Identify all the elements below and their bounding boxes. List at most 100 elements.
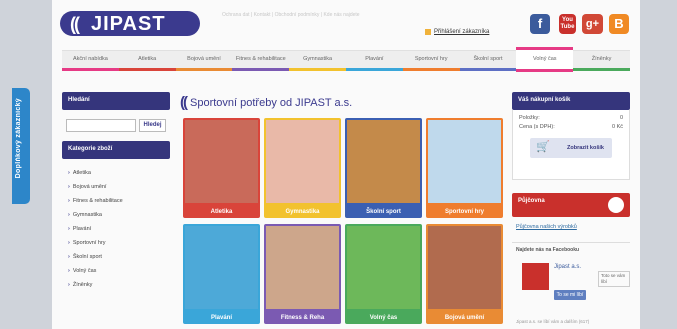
category-tile[interactable]: Fitness & Reha [264,224,341,324]
category-label: Žíněnky [72,282,93,288]
nav-item[interactable]: Akční nabídka [62,51,119,71]
view-cart-label: Zobrazit košík [567,145,604,151]
category-tile[interactable]: Bojová umění [426,224,503,324]
chevron-right-icon: › [68,282,70,288]
category-link[interactable]: › Sportovní hry [62,236,170,250]
facebook-like-button[interactable]: To se mi líbí [554,290,586,300]
tile-photo [266,226,339,309]
category-label: Plavání [72,226,92,232]
nav-item[interactable]: Fitnes & rehabilitace [232,51,290,71]
facebook-widget: Najdete nás na Facebooku Jipast a.s. To … [512,242,630,328]
cart-price-row: Cena (s DPH): 0 Kč [519,124,623,130]
youtube-icon[interactable]: You Tube [559,14,576,34]
category-link[interactable]: › Volný čas [62,264,170,278]
nav-item[interactable]: Atletika [118,51,176,71]
title-mark: (( [180,94,188,111]
logo-text: JIPAST [91,13,166,35]
tile-photo [347,226,420,309]
nav-item[interactable]: Plavání [345,51,403,71]
tile-label: Atletika [210,209,233,215]
rental-title-text: Půjčovna [518,198,545,204]
tile-label: Sportovní hry [444,209,484,215]
nav-item[interactable]: Sportovní hry [402,51,460,71]
jipast-logo[interactable]: (( JIPAST [60,11,200,36]
tile-label: Gymnastika [285,209,320,215]
category-tile[interactable]: Plavání [183,224,260,324]
tile-photo [185,226,258,309]
category-tiles: Atletika Gymnastika Školní sport Sportovní … [183,118,503,324]
rental-title[interactable]: Půjčovna [512,193,630,217]
search-input[interactable] [66,119,136,132]
cart-title: Váš nákupní košík [512,92,630,110]
chevron-right-icon: › [68,268,70,274]
category-link[interactable]: › Fitnes & rehabilitace [62,194,170,208]
google-plus-icon[interactable]: g+ [582,14,603,34]
logo-mark: (( [70,14,80,34]
nav-item[interactable]: Žíněnky [573,51,630,71]
category-link[interactable]: › Plavání [62,222,170,236]
facebook-heading: Najdete nás na Facebooku [516,247,580,253]
category-list: › Atletika › Bojová umění › Fitnes & rehabili… [62,166,170,292]
rental-link[interactable]: Půjčovna našich výrobků [512,217,630,237]
login-label: Přihlášení zákazníka [434,29,490,35]
cart-price-label: Cena (s DPH): [519,124,555,130]
category-label: Bojová umění [72,184,107,190]
category-link[interactable]: › Školní sport [62,250,170,264]
nav-item[interactable]: Školní sport [459,51,517,71]
category-tile[interactable]: Volný čas [345,224,422,324]
page-title: (( Sportovní potřeby od JIPAST a.s. [180,94,352,111]
cart-price-value: 0 Kč [611,124,623,130]
search-button[interactable]: Hledej [139,119,166,132]
cart-icon: 🛒 [536,141,550,153]
cart-items-value: 0 [619,115,623,121]
category-tile[interactable]: Školní sport [345,118,422,218]
category-link[interactable]: › Atletika [62,166,170,180]
rental-box: Půjčovna Půjčovna našich výrobků [512,193,630,237]
category-label: Školní sport [72,254,102,260]
chevron-right-icon: › [68,198,70,204]
cart-items-label: Položky: [519,115,540,121]
tile-label: Volný čas [369,315,398,321]
category-link[interactable]: › Žíněnky [62,278,170,292]
page: (( JIPAST Ochrana dat | Kontakt | Obchod… [52,0,640,329]
category-tile[interactable]: Sportovní hry [426,118,503,218]
facebook-like-bubble: Toto se vám líbí [598,271,630,287]
search-title: Hledání [62,92,170,110]
left-column: Hledání Hledej Kategorie zboží › Atletika… [62,92,170,292]
facebook-icon[interactable]: f [530,14,550,34]
chevron-right-icon: › [68,170,70,176]
facebook-avatar[interactable] [522,263,549,290]
nav-item[interactable]: Bojová umění [175,51,233,71]
top-links[interactable]: Ochrana dat | Kontakt | Obchodní podmínk… [222,12,502,18]
facebook-footer: Jipast a.s. se líbí vám a dalším (617) [516,319,590,324]
nav-item[interactable]: Volný čas [516,47,574,72]
cart-items-row: Položky: 0 [519,115,623,121]
facebook-page-name[interactable]: Jipast a.s. [554,264,581,270]
chevron-right-icon: › [68,184,70,190]
blogger-icon[interactable]: B [609,14,629,34]
nav-item[interactable]: Gymnastika [289,51,346,71]
category-link[interactable]: › Gymnastika [62,208,170,222]
category-link[interactable]: › Bojová umění [62,180,170,194]
page-title-text: Sportovní potřeby od JIPAST a.s. [190,96,353,109]
category-tile[interactable]: Gymnastika [264,118,341,218]
side-tab-label: Doplňkový zákaznický [15,98,22,179]
tile-photo [185,120,258,203]
view-cart-button[interactable]: 🛒 Zobrazit košík [530,138,612,158]
categories-title: Kategorie zboží [62,141,170,159]
main-navigation: Akční nabídka Atletika Bojová umění Fitnes … [62,47,630,72]
tile-label: Fitness & Reha [280,315,325,321]
category-label: Fitnes & rehabilitace [72,198,123,204]
tile-label: Bojová umění [444,315,485,321]
tile-label: Plavání [210,315,232,321]
tile-photo [428,120,501,203]
customer-side-tab[interactable]: Doplňkový zákaznický [12,88,30,204]
login-link[interactable]: Přihlášení zákazníka [425,29,489,35]
chevron-right-icon: › [68,240,70,246]
ball-icon [608,197,624,213]
category-label: Volný čas [72,268,97,274]
chevron-right-icon: › [68,226,70,232]
chevron-right-icon: › [68,212,70,218]
category-tile[interactable]: Atletika [183,118,260,218]
login-icon [425,29,431,35]
